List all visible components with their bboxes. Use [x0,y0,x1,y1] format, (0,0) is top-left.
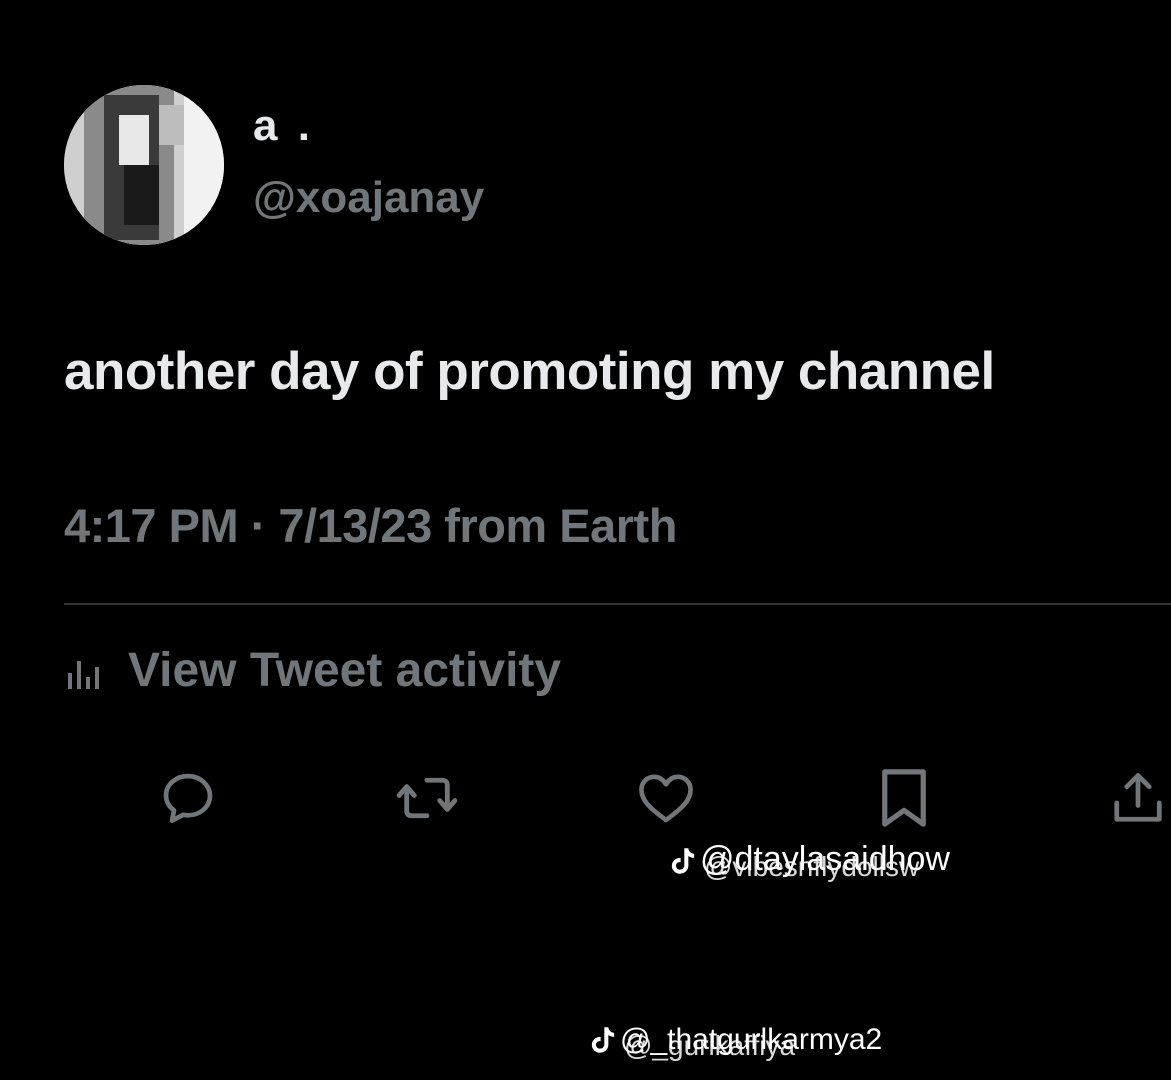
bookmark-button[interactable] [871,765,937,831]
display-name[interactable]: a . [253,104,314,148]
user-handle[interactable]: @xoajanay [253,176,484,220]
watermark-upper-text-b: @vibesnflydollsw [704,851,920,882]
share-button[interactable] [1105,765,1171,831]
avatar[interactable] [64,85,224,245]
watermark-lower: @_thatgurlkarmya2 @_gurlkaffiya [588,1021,908,1071]
watermark-lower-text-b: @_gurlkaffiya [624,1030,796,1061]
reply-button[interactable] [155,765,221,831]
divider [64,603,1171,605]
reply-icon [163,773,213,824]
view-tweet-activity-link[interactable]: View Tweet activity [64,647,561,695]
heart-icon [639,774,693,823]
view-tweet-activity-label: View Tweet activity [128,644,562,697]
watermark-lower-line-b: @_gurlkaffiya [592,1027,795,1061]
retweet-button[interactable] [394,765,460,831]
share-icon [1114,773,1162,822]
retweet-icon [396,777,458,819]
avatar-image [64,85,224,245]
watermark-upper-line-b: @vibesnflydollsw [672,848,919,882]
tweet-timestamp[interactable]: 4:17 PM · 7/13/23 from Earth [64,500,677,552]
tweet-text: another day of promoting my channel [64,342,995,401]
watermark-upper: @dtaylasaidhow @vibesnflydollsw [668,842,998,892]
bookmark-icon [882,769,926,827]
like-button[interactable] [633,765,699,831]
analytics-icon [68,661,99,689]
